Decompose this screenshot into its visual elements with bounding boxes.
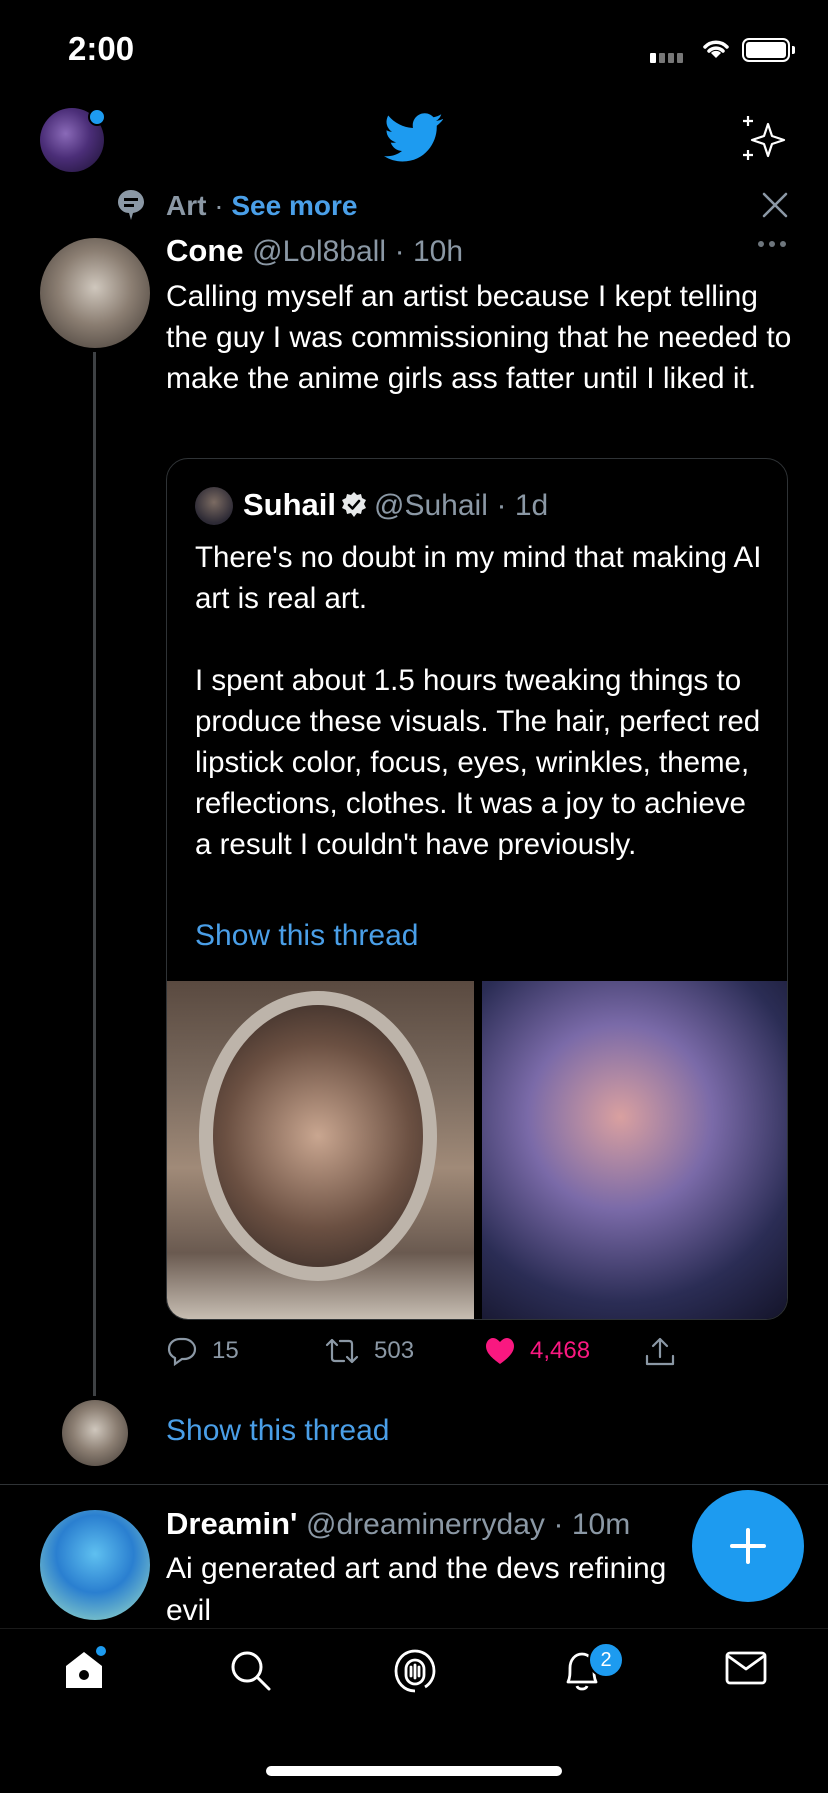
reply-count: 15 [212,1337,239,1364]
wifi-icon [700,36,732,65]
reply-button[interactable]: 15 [166,1336,239,1366]
topic-separator: · [214,190,224,221]
tab-spaces[interactable] [392,1648,438,1699]
tweet-text: Calling myself an artist because I kept … [166,280,792,395]
verified-badge-icon [340,491,368,527]
battery-tip [792,46,795,54]
close-icon[interactable] [760,190,790,225]
quoted-tweet-text: There's no doubt in my mind that making … [195,541,762,861]
tab-search[interactable] [228,1648,272,1697]
tweet-time: · 10h [394,235,464,268]
tweet-divider [0,1484,828,1485]
topic-label: Art [166,190,207,221]
topic-icon [116,188,146,227]
status-time: 2:00 [68,30,135,67]
media-image-portrait[interactable] [482,981,787,1319]
home-indicator[interactable] [266,1766,562,1776]
retweet-count: 503 [374,1337,415,1364]
quoted-tweet-time: · 1d [496,489,549,522]
battery-icon [742,38,790,62]
tweet2-author-handle: @dreaminerryday [306,1508,545,1541]
tweet-author-name[interactable]: Cone [166,233,244,268]
retweet-button[interactable]: 503 [324,1336,414,1366]
quoted-author-name: Suhail [243,487,337,522]
twitter-bird-icon[interactable] [384,112,444,169]
tab-messages[interactable] [724,1648,768,1693]
unread-dot [88,108,106,126]
see-more-link[interactable]: See more [231,190,357,221]
compose-tweet-button[interactable] [692,1490,804,1602]
envelope-icon [725,1651,767,1685]
sparkle-timeline-icon[interactable] [738,114,788,169]
quoted-author-avatar [195,487,233,525]
quoted-tweet-header: Suhail @Suhail · 1d [243,487,548,527]
quoted-author-handle: @Suhail [374,489,488,522]
show-thread-link[interactable]: Show this thread [166,1414,389,1448]
quoted-show-thread-link[interactable]: Show this thread [195,919,418,953]
like-count: 4,468 [530,1337,591,1364]
topic-context: Art · See more [166,190,357,222]
more-options-icon[interactable] [756,236,788,254]
quoted-tweet-card[interactable]: Suhail @Suhail · 1d There's no doubt in m… [166,458,788,1320]
media-image-astronaut[interactable] [167,981,474,1319]
tweet-header[interactable]: Cone @Lol8ball · 10h [166,233,463,269]
thread-author-avatar[interactable] [62,1400,128,1466]
cellular-signal-icon [650,50,690,63]
like-button[interactable]: 4,468 [484,1336,590,1366]
tweet2-author-avatar[interactable] [40,1510,150,1620]
tweet2-text: Ai generated art and the devs refining e… [166,1552,667,1627]
tweet2-header[interactable]: Dreamin' @dreaminerryday · 10m [166,1506,630,1542]
home-unread-dot [96,1646,106,1656]
plus-icon [730,1528,766,1564]
tweet2-author-name[interactable]: Dreamin' [166,1506,297,1541]
spaces-microphone-icon [394,1649,436,1693]
tweet-author-handle: @Lol8ball [252,235,386,268]
tweet-author-avatar[interactable] [40,238,150,348]
thread-connector [93,352,96,1396]
notifications-badge: 2 [588,1642,624,1678]
tweet2-time: · 10m [553,1508,631,1541]
search-icon [231,1651,271,1691]
share-button[interactable] [644,1336,676,1368]
